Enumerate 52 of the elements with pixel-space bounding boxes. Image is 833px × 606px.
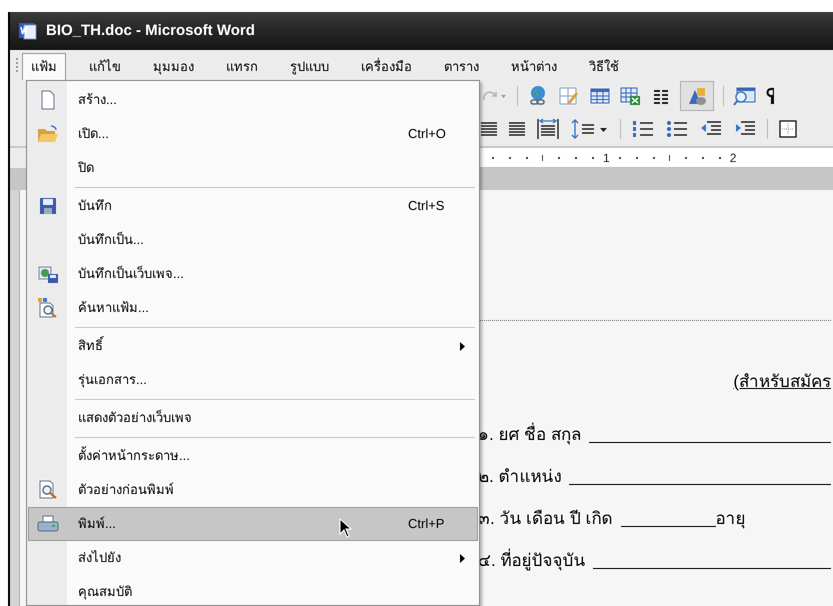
printer-icon (36, 514, 58, 534)
form-label: ๑. ยศ ชื่อ สกุล (478, 422, 581, 446)
menu-item[interactable]: บันทึกเป็นเว็บเพจ... (28, 257, 478, 291)
drawing-toggle[interactable] (680, 81, 714, 111)
menu-item[interactable]: แก้ไข (80, 53, 130, 80)
border-icon[interactable] (778, 119, 798, 139)
menu-item[interactable]: ปิด (28, 151, 478, 185)
menu-item[interactable]: ตัวอย่างก่อนพิมพ์ (28, 473, 478, 507)
word-document-icon (18, 21, 38, 41)
menu-item[interactable]: วิธีใช้ (580, 53, 628, 80)
document-map-icon[interactable] (733, 85, 757, 107)
menu-item[interactable]: บันทึกเป็น... (28, 223, 478, 257)
menu-item[interactable]: ตาราง (435, 53, 488, 80)
globe-disk-icon (36, 264, 58, 284)
menu-item[interactable]: แฟ้ม (22, 53, 66, 80)
blank-page-icon (38, 90, 56, 110)
pilcrow-icon[interactable] (766, 86, 774, 106)
menu-item[interactable]: เครื่องมือ (352, 53, 421, 80)
menu-item[interactable]: พิมพ์... Ctrl+P (28, 507, 478, 541)
menu-item[interactable]: ส่งไปยัง (28, 541, 478, 575)
menu-item[interactable]: บันทึก Ctrl+S (28, 189, 478, 223)
menu-item[interactable]: รูปแบบ (281, 53, 338, 80)
menu-item[interactable]: สร้าง... (28, 83, 478, 117)
ruler-number: 2 (730, 150, 736, 166)
menu-item[interactable]: มุมมอง (144, 53, 203, 80)
distributed-icon[interactable] (508, 121, 526, 137)
grip-icon (15, 57, 19, 73)
menu-item[interactable]: คุณสมบัติ (28, 575, 478, 605)
menu-item[interactable]: หน้าต่าง (502, 53, 566, 80)
mouse-pointer-icon (339, 518, 353, 538)
shapes-icon (686, 85, 708, 107)
menu-item[interactable]: รุ่นเอกสาร... (28, 363, 478, 397)
print-preview-icon (36, 479, 58, 501)
fit-width-icon[interactable] (536, 118, 560, 140)
line-spacing-icon[interactable] (570, 118, 610, 140)
menu-item[interactable]: เปิด... Ctrl+O (28, 117, 478, 151)
draw-table-icon[interactable] (558, 85, 580, 107)
folder-icon (36, 124, 58, 144)
menu-item[interactable]: สิทธิ์ (28, 329, 478, 363)
form-heading: (สำหรับสมัคร (733, 371, 831, 393)
menu-item[interactable]: ตั้งค่าหน้ากระดาษ... (28, 439, 478, 473)
justify-icon[interactable] (480, 121, 498, 137)
menu-item[interactable]: แทรก (217, 53, 267, 80)
search-file-icon (36, 297, 58, 319)
spreadsheet-icon[interactable] (620, 85, 642, 107)
menu-item[interactable]: ค้นหาแฟ้ม... (28, 291, 478, 325)
window-title: BIO_TH.doc - Microsoft Word (46, 20, 255, 41)
bulleted-list-icon[interactable] (665, 118, 689, 140)
numbered-list-icon[interactable] (631, 118, 655, 140)
ruler-number: 1 (603, 150, 610, 166)
form-label: อายุ (716, 508, 746, 530)
menu-item[interactable]: แสดงตัวอย่างเว็บเพจ (28, 401, 478, 435)
